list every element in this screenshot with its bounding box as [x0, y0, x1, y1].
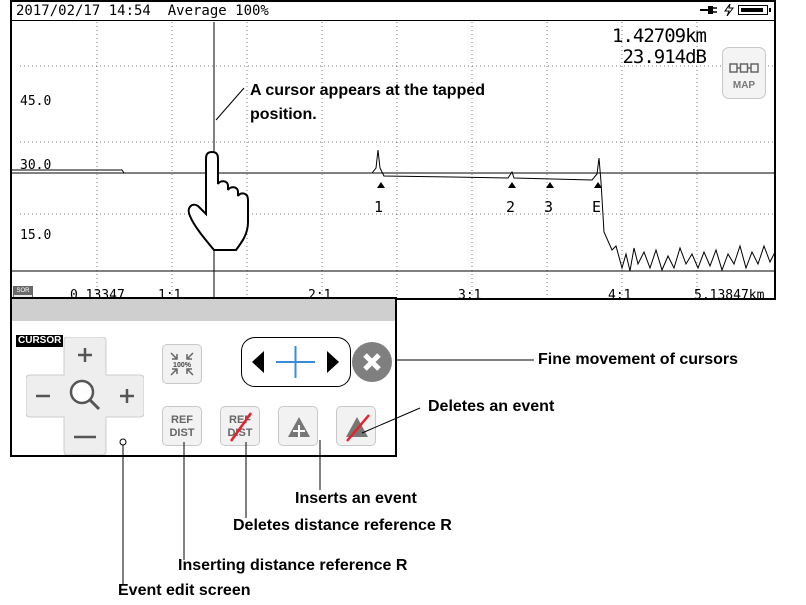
y-tick-30: 30.0 [20, 158, 52, 173]
map-button-label: MAP [732, 80, 756, 91]
readout-loss: 23.914dB [622, 46, 707, 68]
insert-ref-label-1: REF [171, 414, 193, 426]
callout-cursor-appears-1: A cursor appears at the tapped [250, 82, 486, 99]
delete-ref-dist-button[interactable]: REF DIST [220, 406, 260, 446]
event-label-1[interactable]: 1 [374, 198, 383, 216]
cursor-readout: 1.42709km 23.914dB [612, 25, 707, 68]
x-tick-end: 5.13847km [694, 288, 765, 300]
fine-movement-button[interactable] [241, 337, 351, 387]
callout-event-edit: Event edit screen [118, 582, 251, 599]
trace-line [12, 149, 774, 272]
callout-deletes-ref: Deletes distance reference R [233, 517, 452, 534]
map-button[interactable]: MAP [722, 47, 766, 99]
event-label-3[interactable]: 3 [544, 198, 553, 216]
delete-event-button[interactable] [336, 406, 376, 446]
event-edit-panel: CURSOR 100% REF DIST REF DIST [10, 297, 397, 457]
readout-distance: 1.42709km [612, 25, 707, 47]
callout-deletes-event: Deletes an event [428, 398, 555, 415]
x-tick-4: 4:1 [608, 288, 632, 300]
close-icon [363, 353, 381, 371]
otdr-screen: 2017/02/17 14:54 Average 100% 45.0 30.0 … [10, 0, 776, 300]
insert-ref-label-2: DIST [169, 427, 195, 439]
zoom-reset-button[interactable]: 100% [162, 344, 202, 384]
insert-ref-dist-button[interactable]: REF DIST [162, 406, 202, 446]
delete-event-icon [346, 414, 370, 442]
hand-pointer-icon [187, 150, 249, 251]
event-marker-2 [508, 182, 516, 188]
event-label-2[interactable]: 2 [506, 198, 515, 216]
zoom-reset-label: 100% [173, 362, 192, 369]
event-marker-1 [377, 182, 385, 188]
callout-inserts-event: Inserts an event [295, 490, 417, 507]
callout-fine-movement: Fine movement of cursors [538, 351, 739, 368]
callout-leader-cursor [215, 87, 245, 121]
event-label-e[interactable]: E [592, 198, 601, 216]
x-tick-3: 3:1 [458, 288, 482, 300]
insert-event-icon [288, 417, 310, 437]
zoom-pad[interactable] [26, 337, 144, 455]
insert-event-button[interactable] [278, 406, 318, 446]
y-tick-15: 15.0 [20, 228, 52, 243]
sor-file-label: SOR [14, 287, 32, 295]
delete-slash-icon [229, 412, 253, 442]
callout-inserting-ref: Inserting distance reference R [178, 557, 408, 574]
panel-header [12, 299, 395, 321]
y-tick-45: 45.0 [20, 94, 52, 109]
callout-cursor-appears-2: position. [250, 106, 317, 123]
map-icon [729, 63, 759, 73]
cursor-arrows-icon [252, 346, 339, 378]
zoom-fit-icon: 100% [170, 352, 194, 376]
close-button[interactable] [352, 342, 392, 382]
